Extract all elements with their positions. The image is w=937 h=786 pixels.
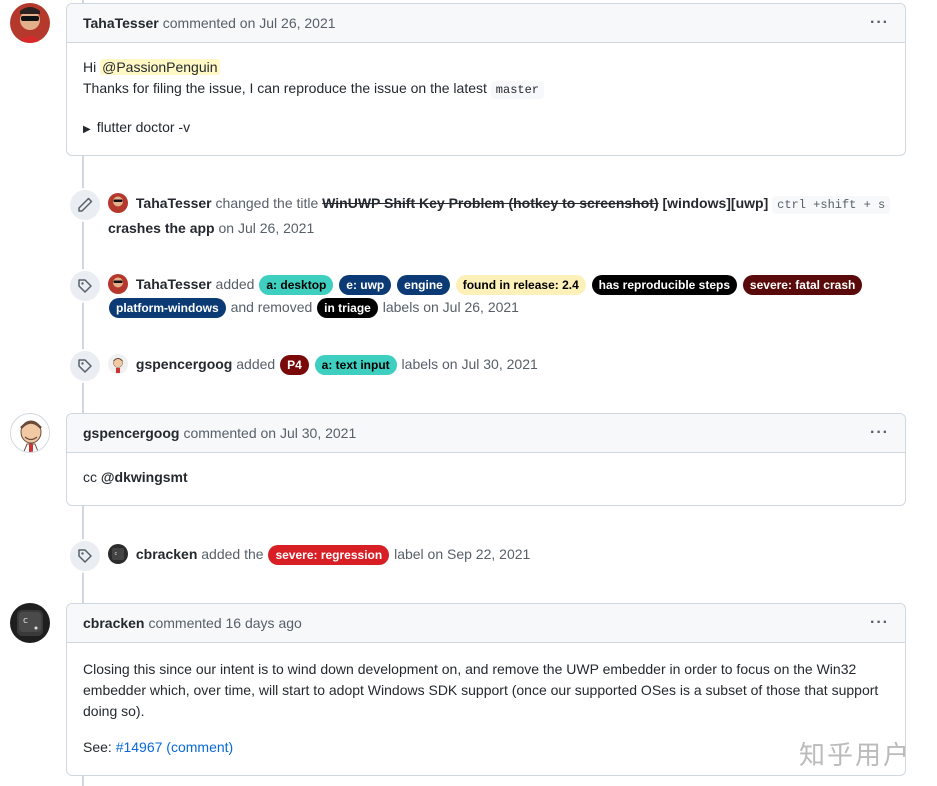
- avatar-cbracken[interactable]: c: [10, 603, 50, 643]
- comment-gspencergoog: gspencergoog commented on Jul 30, 2021 ·…: [66, 413, 906, 506]
- label-e-uwp[interactable]: e: uwp: [339, 275, 392, 295]
- comment-author[interactable]: TahaTesser: [83, 15, 159, 31]
- label-has-reproducible-steps[interactable]: has reproducible steps: [591, 275, 738, 295]
- watermark: 知乎用户: [798, 741, 911, 771]
- old-title: WinUWP Shift Key Problem (hotkey to scre…: [322, 195, 659, 211]
- avatar-gspencergoog-small[interactable]: [108, 354, 128, 374]
- label-severe-fatal-crash[interactable]: severe: fatal crash: [742, 275, 863, 295]
- label-a-text-input[interactable]: a: text input: [314, 355, 397, 375]
- event-labels-tahatesser: TahaTesser added a: desktop e: uwp engin…: [68, 269, 907, 319]
- label-found-in-release[interactable]: found in release: 2.4: [455, 275, 586, 295]
- event-time[interactable]: label on Sep 22, 2021: [394, 546, 530, 562]
- event-action: added: [215, 276, 255, 292]
- details-summary[interactable]: flutter doctor -v: [97, 119, 190, 135]
- body-text: Thanks for filing the issue, I can repro…: [83, 80, 487, 96]
- event-time[interactable]: labels on Jul 30, 2021: [402, 356, 538, 372]
- comment-header: gspencergoog commented on Jul 30, 2021 ·…: [67, 414, 905, 453]
- svg-text:c: c: [23, 616, 28, 626]
- comment-author[interactable]: cbracken: [83, 615, 144, 631]
- comment-timestamp[interactable]: commented 16 days ago: [148, 615, 301, 631]
- event-title-change: TahaTesser changed the title WinUWP Shif…: [68, 188, 907, 240]
- greeting-text: Hi: [83, 59, 97, 75]
- new-title-prefix: [windows][uwp]: [662, 195, 769, 211]
- mention-link[interactable]: @dkwingsmt: [101, 469, 188, 485]
- event-time[interactable]: labels on Jul 26, 2021: [383, 299, 519, 315]
- event-author[interactable]: cbracken: [136, 546, 197, 562]
- triangle-right-icon: ▶: [83, 124, 91, 135]
- event-labels-cbracken: c cbracken added the severe: regression …: [68, 539, 907, 573]
- comment-tahatesser: TahaTesser commented on Jul 26, 2021 ···…: [66, 3, 906, 156]
- event-author[interactable]: gspencergoog: [136, 356, 232, 372]
- comment-header: TahaTesser commented on Jul 26, 2021 ···: [67, 4, 905, 43]
- avatar-cbracken-small[interactable]: c: [108, 544, 128, 564]
- kebab-icon[interactable]: ···: [870, 614, 889, 632]
- event-action-removed: and removed: [230, 299, 313, 315]
- avatar-tahatesser-small[interactable]: [108, 193, 128, 213]
- event-action: added: [236, 356, 276, 372]
- comment-body: Closing this since our intent is to wind…: [67, 643, 905, 774]
- event-time[interactable]: on Jul 26, 2021: [219, 220, 315, 236]
- tag-icon: [68, 269, 102, 303]
- new-title-code: ctrl +shift + s: [772, 196, 891, 214]
- body-text: Closing this since our intent is to wind…: [83, 661, 879, 719]
- kebab-icon[interactable]: ···: [870, 14, 889, 32]
- pencil-icon: [68, 188, 102, 222]
- kebab-icon[interactable]: ···: [870, 424, 889, 442]
- tag-icon: [68, 539, 102, 573]
- avatar-gspencergoog[interactable]: [10, 413, 50, 453]
- tag-icon: [68, 349, 102, 383]
- label-severe-regression[interactable]: severe: regression: [268, 545, 390, 565]
- avatar-tahatesser[interactable]: [10, 3, 50, 43]
- label-a-desktop[interactable]: a: desktop: [259, 275, 334, 295]
- comment-author[interactable]: gspencergoog: [83, 425, 179, 441]
- label-in-triage[interactable]: in triage: [317, 298, 378, 318]
- reference-link[interactable]: #14967 (comment): [116, 739, 234, 755]
- details-toggle[interactable]: ▶ flutter doctor -v: [83, 117, 889, 140]
- comment-cbracken: cbracken commented 16 days ago ··· Closi…: [66, 603, 906, 776]
- see-label: See:: [83, 739, 112, 755]
- event-labels-gspencergoog: gspencergoog added P4 a: text input labe…: [68, 349, 907, 383]
- label-engine[interactable]: engine: [397, 275, 450, 295]
- cc-text: cc: [83, 469, 97, 485]
- avatar-tahatesser-small[interactable]: [108, 274, 128, 294]
- comment-timestamp[interactable]: commented on Jul 26, 2021: [163, 15, 336, 31]
- event-author[interactable]: TahaTesser: [136, 276, 212, 292]
- event-action: added the: [201, 546, 264, 562]
- comment-timestamp[interactable]: commented on Jul 30, 2021: [183, 425, 356, 441]
- svg-text:c: c: [115, 551, 118, 557]
- mention-link[interactable]: @PassionPenguin: [100, 59, 220, 75]
- comment-body: cc @dkwingsmt: [67, 453, 905, 504]
- inline-code: master: [490, 81, 545, 99]
- event-author[interactable]: TahaTesser: [136, 195, 212, 211]
- comment-header: cbracken commented 16 days ago ···: [67, 604, 905, 643]
- label-p4[interactable]: P4: [280, 355, 309, 375]
- event-action: changed the title: [215, 195, 319, 211]
- new-title-suffix: crashes the app: [108, 220, 215, 236]
- label-platform-windows[interactable]: platform-windows: [109, 298, 226, 318]
- comment-body: Hi @PassionPenguin Thanks for filing the…: [67, 43, 905, 155]
